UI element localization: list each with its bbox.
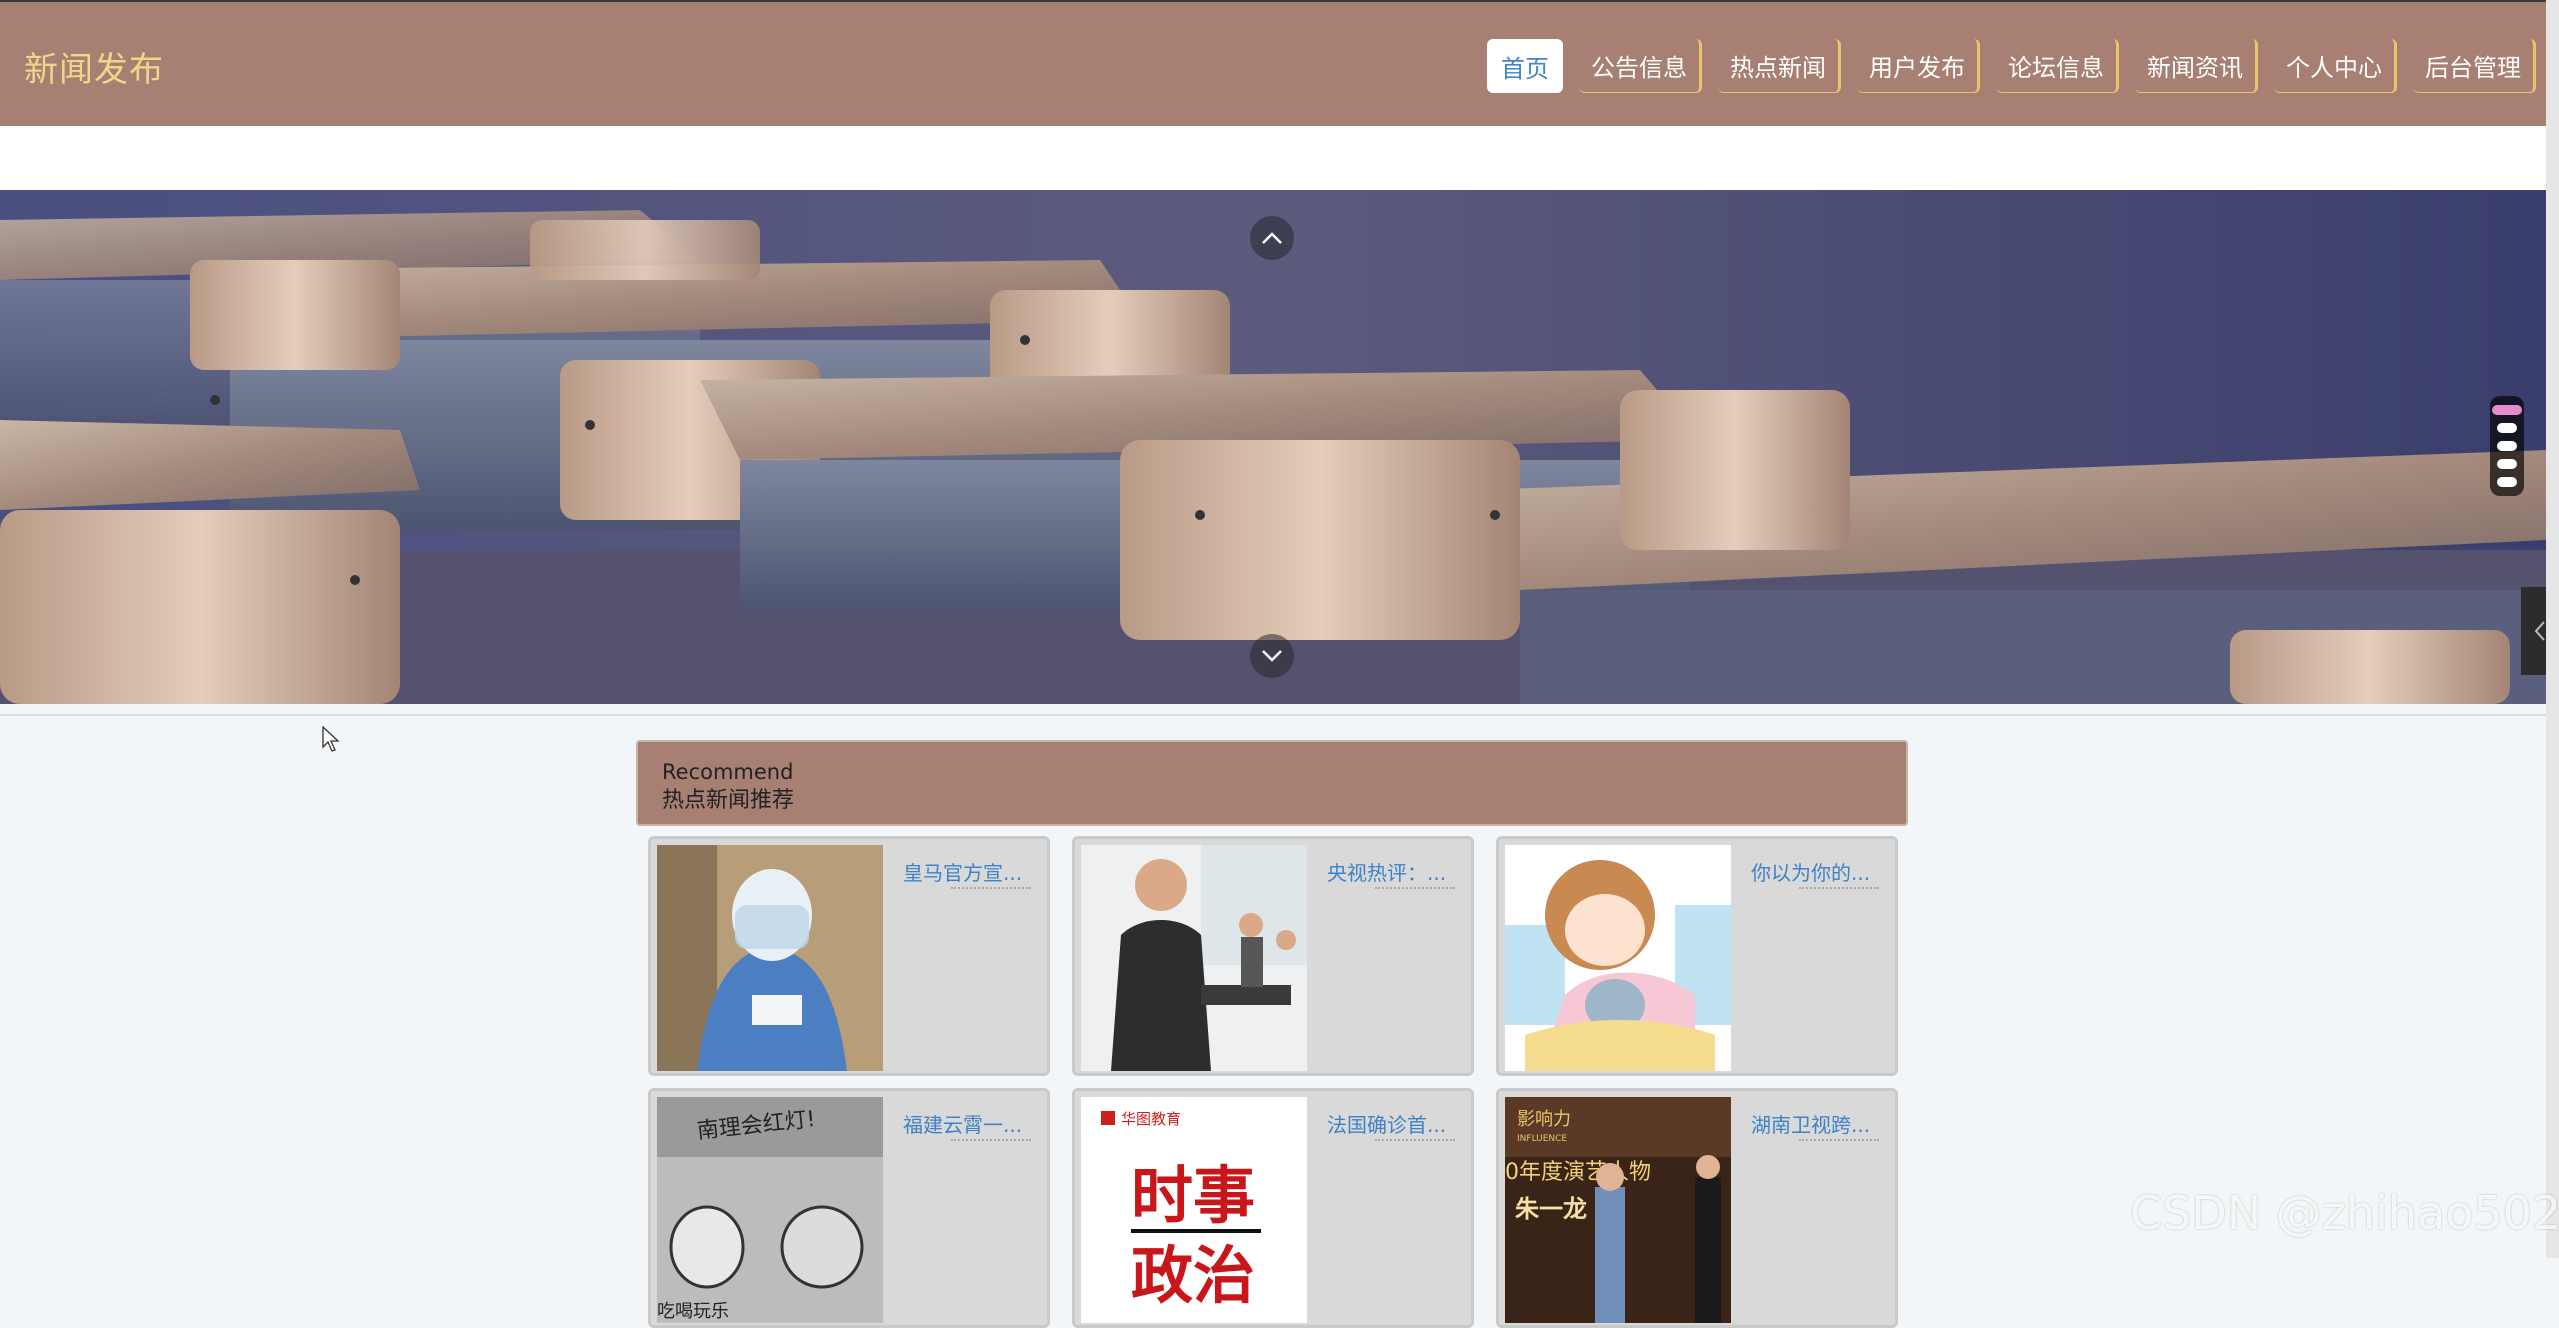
news-card-meta (951, 887, 1031, 893)
classroom-banner-image (0, 190, 2546, 704)
section-divider (0, 714, 2546, 716)
nav-news-info[interactable]: 新闻资讯 (2135, 39, 2258, 93)
thumb-line-2: 朱一龙 (1515, 1195, 1587, 1223)
thumb-caption-bottom: 吃喝玩乐 (657, 1301, 729, 1322)
carousel-dot-1[interactable] (2492, 405, 2522, 415)
nav-hot-news[interactable]: 热点新闻 (1718, 39, 1841, 93)
news-card[interactable]: 华图教育 时事 政治 法国确诊首... (1072, 1088, 1474, 1328)
thumb-brand-en: INFLUENCE (1517, 1134, 1567, 1144)
news-card-title[interactable]: 央视热评：... (1327, 857, 1463, 886)
nav-admin[interactable]: 后台管理 (2413, 39, 2536, 93)
news-card[interactable]: 你以为你的... (1496, 836, 1898, 1076)
carousel-dot-3[interactable] (2497, 441, 2517, 451)
csdn-watermark: CSDN @zhihao502 (2130, 1186, 2559, 1240)
thumb-brand: 华图教育 (1121, 1110, 1181, 1128)
thumb-brand: 影响力 (1517, 1109, 1571, 1130)
news-card-meta (1375, 1139, 1455, 1145)
news-card-title[interactable]: 皇马官方宣... (903, 857, 1039, 886)
news-thumbnail[interactable] (657, 845, 883, 1071)
nav-forum[interactable]: 论坛信息 (1996, 39, 2119, 93)
recommend-title-en: Recommend (662, 760, 794, 784)
thumb-headline-2: 政治 (1131, 1239, 1255, 1312)
carousel-indicators (2490, 396, 2524, 496)
chevron-left-icon (2534, 621, 2545, 641)
page-scrollbar[interactable] (2546, 0, 2559, 1258)
news-thumbnail[interactable]: 华图教育 时事 政治 (1081, 1097, 1307, 1323)
news-thumbnail[interactable]: 南理会红灯! 吃喝玩乐 (657, 1097, 883, 1323)
nav-personal-center[interactable]: 个人中心 (2274, 39, 2397, 93)
nav-home[interactable]: 首页 (1487, 39, 1563, 93)
news-card-title[interactable]: 你以为你的... (1751, 857, 1887, 886)
sleeping-girl-illustration (1505, 845, 1731, 1071)
news-card[interactable]: 影响力 INFLUENCE 0年度演艺人物 朱一龙 湖南卫视跨... (1496, 1088, 1898, 1328)
site-brand[interactable]: 新闻发布 (24, 42, 164, 91)
nav-user-posts[interactable]: 用户发布 (1857, 39, 1980, 93)
medical-worker-image (657, 845, 883, 1071)
news-card-title[interactable]: 福建云霄一... (903, 1109, 1039, 1138)
news-card-meta (1799, 1139, 1879, 1145)
banner-carousel[interactable] (0, 190, 2546, 704)
main-nav: 首页 公告信息 热点新闻 用户发布 论坛信息 新闻资讯 个人中心 后台管理 (1487, 39, 2536, 93)
chevron-up-icon (1262, 232, 1282, 244)
chevron-down-icon (1262, 650, 1282, 662)
politics-poster-image: 华图教育 时事 政治 (1081, 1097, 1307, 1323)
news-thumbnail[interactable]: 影响力 INFLUENCE 0年度演艺人物 朱一龙 (1505, 1097, 1731, 1323)
thumb-headline-1: 时事 (1131, 1159, 1255, 1232)
recommend-title-zh: 热点新闻推荐 (662, 788, 795, 813)
gym-cyclist-image (1081, 845, 1307, 1071)
header-spacer (0, 126, 2546, 190)
news-thumbnail[interactable] (1081, 845, 1307, 1071)
news-thumbnail[interactable] (1505, 845, 1731, 1071)
carousel-dot-2[interactable] (2497, 423, 2517, 433)
recommend-header: Recommend 热点新闻推荐 (636, 740, 1908, 826)
news-card-meta (1799, 887, 1879, 893)
carousel-prev-button[interactable] (1250, 216, 1294, 260)
news-card-title[interactable]: 湖南卫视跨... (1751, 1109, 1887, 1138)
carousel-dot-5[interactable] (2497, 477, 2517, 487)
nav-announcements[interactable]: 公告信息 (1579, 39, 1702, 93)
news-card-meta (951, 1139, 1031, 1145)
mouse-cursor-icon (322, 726, 340, 752)
award-ceremony-image: 影响力 INFLUENCE 0年度演艺人物 朱一龙 (1505, 1097, 1731, 1323)
cartoon-sketch-image: 南理会红灯! 吃喝玩乐 (657, 1097, 883, 1323)
carousel-dot-4[interactable] (2497, 459, 2517, 469)
news-card[interactable]: 皇马官方宣... (648, 836, 1050, 1076)
news-card-title[interactable]: 法国确诊首... (1327, 1109, 1463, 1138)
news-card[interactable]: 南理会红灯! 吃喝玩乐 福建云霄一... (648, 1088, 1050, 1328)
top-navbar: 新闻发布 首页 公告信息 热点新闻 用户发布 论坛信息 新闻资讯 个人中心 后台… (0, 0, 2546, 126)
news-card[interactable]: 央视热评：... (1072, 836, 1474, 1076)
carousel-next-button[interactable] (1250, 634, 1294, 678)
news-card-meta (1375, 887, 1455, 893)
thumb-line-1: 0年度演艺人物 (1505, 1160, 1651, 1185)
